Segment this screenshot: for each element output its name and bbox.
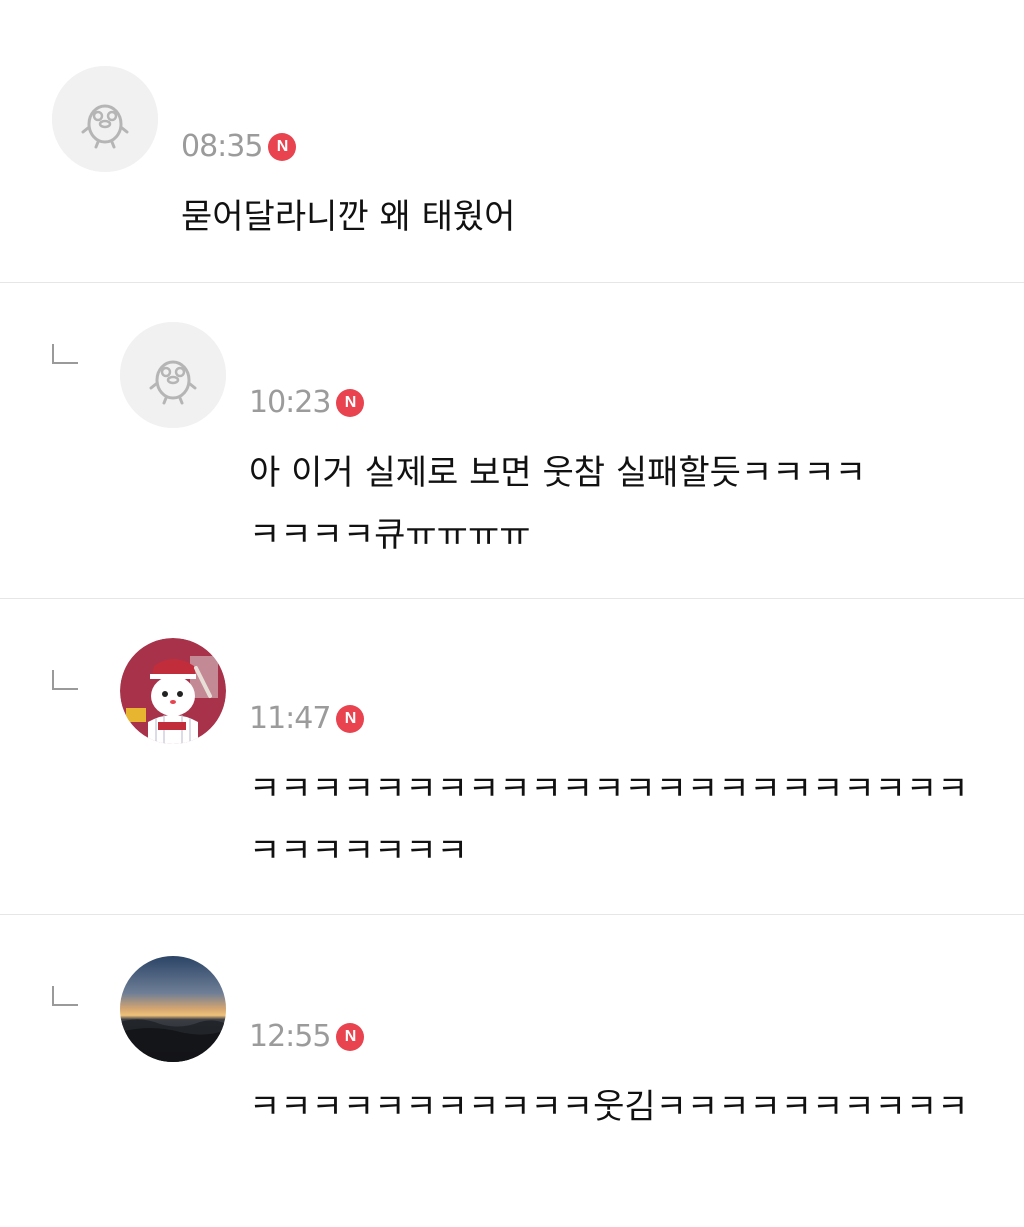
- avatar[interactable]: [120, 956, 226, 1062]
- reply-arrow-icon: [52, 344, 78, 364]
- comment-time: 08:35: [181, 129, 263, 164]
- new-badge: N: [336, 388, 365, 417]
- default-duck-icon: [52, 66, 158, 172]
- avatar[interactable]: [120, 322, 226, 428]
- comment-text-line: ㅋㅋㅋㅋ큐ㅠㅠㅠㅠ: [249, 515, 531, 555]
- comment-time: 12:55: [249, 1019, 331, 1054]
- avatar[interactable]: [120, 638, 226, 744]
- mascot-cat-icon: [120, 638, 226, 744]
- comment-text-line: ㅋㅋㅋㅋㅋㅋㅋ: [249, 831, 468, 871]
- reply-arrow-icon: [52, 670, 78, 690]
- new-badge: N: [336, 1022, 365, 1051]
- sunset-photo: [120, 956, 226, 1062]
- comment-meta: 12:55 N: [249, 1019, 365, 1054]
- comment-text: 묻어달라니깐 왜 태웠어: [181, 197, 516, 237]
- comment-meta: 11:47 N: [249, 701, 365, 736]
- comment-text: ㅋㅋㅋㅋㅋㅋㅋㅋㅋㅋㅋ웃김ㅋㅋㅋㅋㅋㅋㅋㅋㅋㅋ: [249, 1087, 969, 1127]
- comment-time: 10:23: [249, 385, 331, 420]
- new-badge: N: [268, 132, 297, 161]
- new-badge: N: [336, 704, 365, 733]
- comment-text-line: ㅋㅋㅋㅋㅋㅋㅋㅋㅋㅋㅋㅋㅋㅋㅋㅋㅋㅋㅋㅋㅋㅋㅋ: [249, 769, 969, 809]
- comment-meta: 08:35 N: [181, 129, 297, 164]
- comment-item: 08:35 N 묻어달라니깐 왜 태웠어: [0, 0, 1024, 282]
- default-duck-icon: [120, 322, 226, 428]
- comment-meta: 10:23 N: [249, 385, 365, 420]
- reply-arrow-icon: [52, 986, 78, 1006]
- reply-item: 11:47 N ㅋㅋㅋㅋㅋㅋㅋㅋㅋㅋㅋㅋㅋㅋㅋㅋㅋㅋㅋㅋㅋㅋㅋ ㅋㅋㅋㅋㅋㅋㅋ: [0, 599, 1024, 914]
- reply-item: 10:23 N 아 이거 실제로 보면 웃참 실패할듯ㅋㅋㅋㅋ ㅋㅋㅋㅋ큐ㅠㅠㅠ…: [0, 283, 1024, 598]
- comment-time: 11:47: [249, 701, 331, 736]
- comment-text-line: 아 이거 실제로 보면 웃참 실패할듯ㅋㅋㅋㅋ: [249, 453, 867, 493]
- reply-item: 12:55 N ㅋㅋㅋㅋㅋㅋㅋㅋㅋㅋㅋ웃김ㅋㅋㅋㅋㅋㅋㅋㅋㅋㅋ: [0, 915, 1024, 1227]
- avatar[interactable]: [52, 66, 158, 172]
